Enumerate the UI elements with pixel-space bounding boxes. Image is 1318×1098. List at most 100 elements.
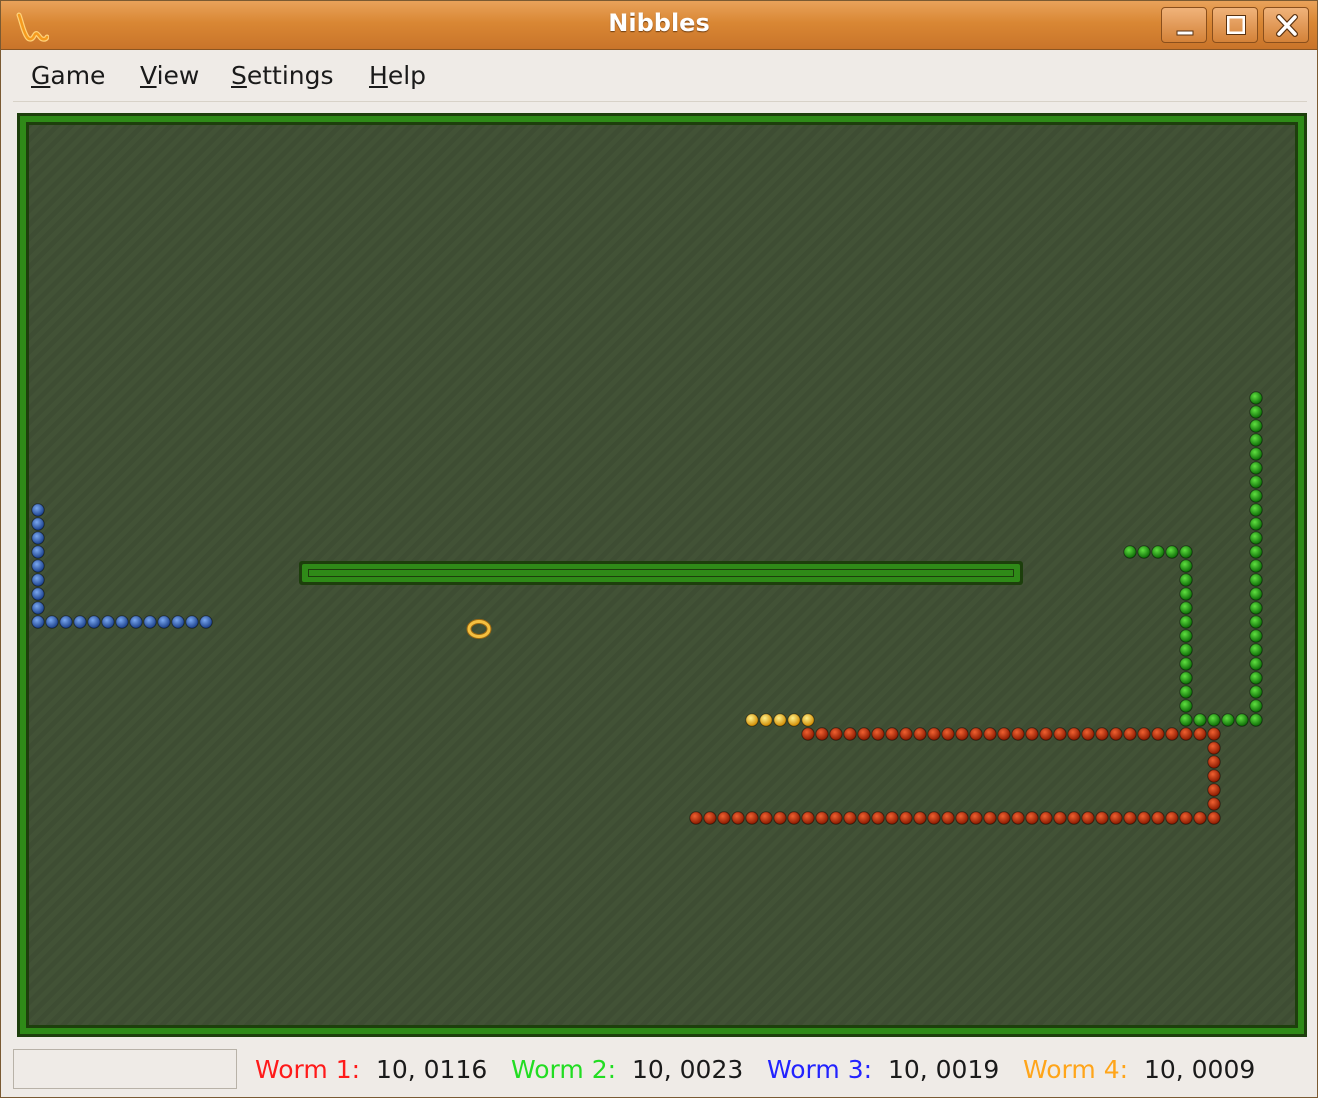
worm-1-segment — [1109, 811, 1123, 825]
game-board[interactable] — [17, 113, 1307, 1037]
close-button[interactable] — [1263, 7, 1309, 43]
worm-1-segment — [941, 811, 955, 825]
title-bar[interactable]: Nibbles — [1, 1, 1317, 50]
worm-1-label: Worm 1: — [255, 1055, 361, 1084]
worm-3-segment — [157, 615, 171, 629]
worm-1-segment — [1193, 727, 1207, 741]
worm-1-segment — [899, 811, 913, 825]
worm-1-segment — [703, 811, 717, 825]
worm-1-segment — [1025, 727, 1039, 741]
worm-3-segment — [185, 615, 199, 629]
worm-1-segment — [1011, 811, 1025, 825]
worm-2-segment — [1235, 713, 1249, 727]
worm-1-segment — [1011, 727, 1025, 741]
worm-1-segment — [1081, 727, 1095, 741]
worm-2-segment — [1249, 391, 1263, 405]
worm-3-segment — [115, 615, 129, 629]
worm-2-segment — [1249, 657, 1263, 671]
worm-1-segment — [955, 811, 969, 825]
worm-3-segment — [31, 615, 45, 629]
worm-2-segment — [1179, 545, 1193, 559]
worm-1-segment — [871, 727, 885, 741]
worm-2-segment — [1249, 405, 1263, 419]
worm-2-segment — [1249, 573, 1263, 587]
worm-3-segment — [45, 615, 59, 629]
worm-1-segment — [997, 727, 1011, 741]
worm-3-segment — [129, 615, 143, 629]
worm-4-segment — [773, 713, 787, 727]
worm-2-segment — [1249, 713, 1263, 727]
worm-2-segment — [1179, 657, 1193, 671]
worm-1-segment — [913, 811, 927, 825]
worm-2-segment — [1179, 601, 1193, 615]
worm-1-segment — [1095, 727, 1109, 741]
worm-1-segment — [997, 811, 1011, 825]
worm-1-segment — [843, 727, 857, 741]
worm-3-segment — [31, 503, 45, 517]
worm-1-segment — [1109, 727, 1123, 741]
worm-2-segment — [1249, 545, 1263, 559]
worm-2-segment — [1249, 671, 1263, 685]
worm-4-value: 10, 0009 — [1143, 1055, 1256, 1084]
worm-2-segment — [1249, 699, 1263, 713]
worm-1-segment — [969, 811, 983, 825]
worm-1-segment — [1067, 727, 1081, 741]
worm-1-segment — [983, 811, 997, 825]
worm-1-segment — [1207, 755, 1221, 769]
worm-2-segment — [1221, 713, 1235, 727]
worm-2-segment — [1179, 671, 1193, 685]
worm-3-segment — [31, 531, 45, 545]
worm-1-segment — [899, 727, 913, 741]
minimize-button[interactable] — [1161, 7, 1207, 43]
worm-3-segment — [31, 601, 45, 615]
worm-2-segment — [1249, 461, 1263, 475]
worm-1-segment — [1053, 727, 1067, 741]
worm-1-segment — [1207, 783, 1221, 797]
worm-1-segment — [745, 811, 759, 825]
worm-3-segment — [31, 517, 45, 531]
worm-2-segment — [1249, 475, 1263, 489]
status-bar: Worm 1: 10, 0116 Worm 2: 10, 0023 Worm 3… — [1, 1045, 1317, 1097]
worm-3-segment — [31, 559, 45, 573]
worm-1-segment — [927, 727, 941, 741]
worm-1-segment — [1095, 811, 1109, 825]
worm-1-segment — [801, 727, 815, 741]
nibbles-window: Nibbles Game View Settings Help Worm 1: … — [0, 0, 1318, 1098]
worm-2-segment — [1151, 545, 1165, 559]
worm-1-segment — [1179, 727, 1193, 741]
minimize-icon — [1176, 30, 1194, 36]
menu-settings[interactable]: Settings — [231, 61, 334, 90]
worm-1-segment — [969, 727, 983, 741]
worm-2-segment — [1249, 643, 1263, 657]
worm-1-segment — [871, 811, 885, 825]
worm-1-segment — [689, 811, 703, 825]
worm-1-segment — [787, 811, 801, 825]
menu-bar: Game View Settings Help — [13, 51, 1307, 102]
worm-2-segment — [1179, 573, 1193, 587]
worm-1-segment — [941, 727, 955, 741]
worm-3-segment — [171, 615, 185, 629]
maximize-button[interactable] — [1212, 7, 1258, 43]
worm-3-value: 10, 0019 — [887, 1055, 1000, 1084]
worm-1-segment — [1207, 727, 1221, 741]
worm-2-segment — [1249, 531, 1263, 545]
worm-2-segment — [1179, 587, 1193, 601]
menu-view[interactable]: View — [140, 61, 199, 90]
worm-3-segment — [31, 587, 45, 601]
worm-3-score: Worm 3: 10, 0019 — [767, 1055, 999, 1084]
worm-2-segment — [1123, 545, 1137, 559]
menu-help[interactable]: Help — [369, 61, 426, 90]
worm-1-segment — [801, 811, 815, 825]
worm-1-segment — [857, 811, 871, 825]
worm-3-segment — [101, 615, 115, 629]
worm-1-segment — [1039, 727, 1053, 741]
worm-2-segment — [1249, 517, 1263, 531]
worm-4-segment — [801, 713, 815, 727]
worm-1-segment — [1165, 727, 1179, 741]
worm-2-segment — [1137, 545, 1151, 559]
menu-game[interactable]: Game — [31, 61, 105, 90]
worm-1-segment — [1165, 811, 1179, 825]
status-message — [13, 1049, 237, 1089]
worm-2-segment — [1179, 559, 1193, 573]
maximize-icon — [1226, 15, 1246, 35]
